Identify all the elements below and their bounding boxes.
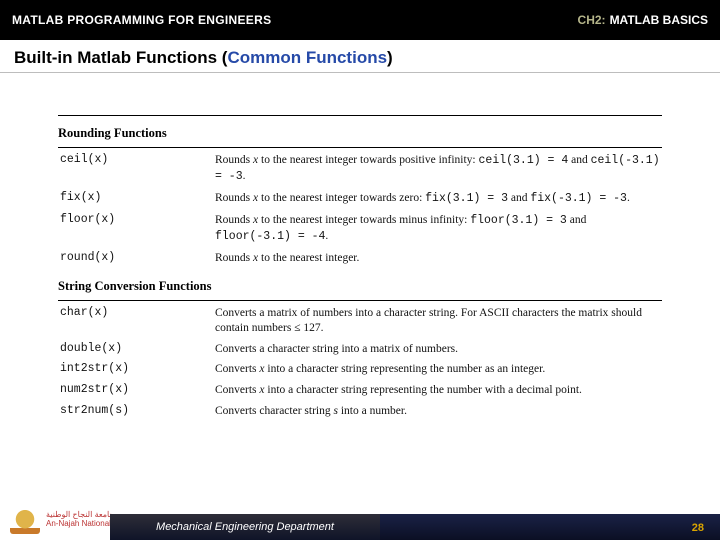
- title-highlight: Common Functions: [227, 48, 387, 67]
- fn-name: num2str(x): [58, 380, 213, 401]
- divider: [58, 300, 662, 301]
- chapter-prefix: CH2:: [578, 13, 606, 27]
- table-row: char(x)Converts a matrix of numbers into…: [58, 303, 662, 339]
- course-title: MATLAB PROGRAMMING FOR ENGINEERS: [12, 13, 271, 27]
- table-row: floor(x)Rounds x to the nearest integer …: [58, 210, 662, 248]
- fn-name: ceil(x): [58, 150, 213, 188]
- table-row: ceil(x)Rounds x to the nearest integer t…: [58, 150, 662, 188]
- title-row: Built-in Matlab Functions (Common Functi…: [0, 40, 720, 73]
- footer: جامعة النجاح الوطنية An-Najah National U…: [0, 496, 720, 540]
- fn-name: fix(x): [58, 188, 213, 210]
- string-functions-table: char(x)Converts a matrix of numbers into…: [58, 303, 662, 423]
- divider: [58, 147, 662, 148]
- fn-desc: Converts x into a character string repre…: [213, 380, 662, 401]
- table-row: fix(x)Rounds x to the nearest integer to…: [58, 188, 662, 210]
- department-name: Mechanical Engineering Department: [156, 521, 334, 533]
- fn-name: char(x): [58, 303, 213, 339]
- fn-desc: Converts character string s into a numbe…: [213, 401, 662, 422]
- table-row: str2num(s)Converts character string s in…: [58, 401, 662, 422]
- fn-desc: Rounds x to the nearest integer towards …: [213, 188, 662, 210]
- university-logo-icon: [10, 506, 40, 534]
- fn-desc: Rounds x to the nearest integer.: [213, 248, 662, 269]
- fn-desc: Converts a matrix of numbers into a char…: [213, 303, 662, 339]
- department-bar: Mechanical Engineering Department: [110, 514, 380, 540]
- page-title: Built-in Matlab Functions (Common Functi…: [14, 48, 706, 68]
- table-row: double(x)Converts a character string int…: [58, 339, 662, 360]
- fn-name: double(x): [58, 339, 213, 360]
- divider: [58, 115, 662, 116]
- rounding-functions-table: ceil(x)Rounds x to the nearest integer t…: [58, 150, 662, 269]
- fn-name: str2num(s): [58, 401, 213, 422]
- title-prefix: Built-in Matlab Functions: [14, 48, 222, 67]
- fn-name: round(x): [58, 248, 213, 269]
- chapter-name: MATLAB BASICS: [610, 13, 708, 27]
- fn-desc: Rounds x to the nearest integer towards …: [213, 210, 662, 248]
- section-heading-string: String Conversion Functions: [58, 279, 662, 294]
- table-row: int2str(x)Converts x into a character st…: [58, 359, 662, 380]
- header-bar: MATLAB PROGRAMMING FOR ENGINEERS CH2: MAT…: [0, 0, 720, 40]
- fn-desc: Rounds x to the nearest integer towards …: [213, 150, 662, 188]
- footer-gradient: [380, 514, 720, 540]
- fn-desc: Converts a character string into a matri…: [213, 339, 662, 360]
- section-heading-rounding: Rounding Functions: [58, 126, 662, 141]
- fn-name: floor(x): [58, 210, 213, 248]
- page-number: 28: [692, 522, 704, 534]
- fn-name: int2str(x): [58, 359, 213, 380]
- table-row: round(x)Rounds x to the nearest integer.: [58, 248, 662, 269]
- fn-desc: Converts x into a character string repre…: [213, 359, 662, 380]
- content-area: Rounding Functions ceil(x)Rounds x to th…: [0, 73, 720, 422]
- chapter-label: CH2: MATLAB BASICS: [578, 13, 708, 27]
- paren-close: ): [387, 48, 393, 67]
- table-row: num2str(x)Converts x into a character st…: [58, 380, 662, 401]
